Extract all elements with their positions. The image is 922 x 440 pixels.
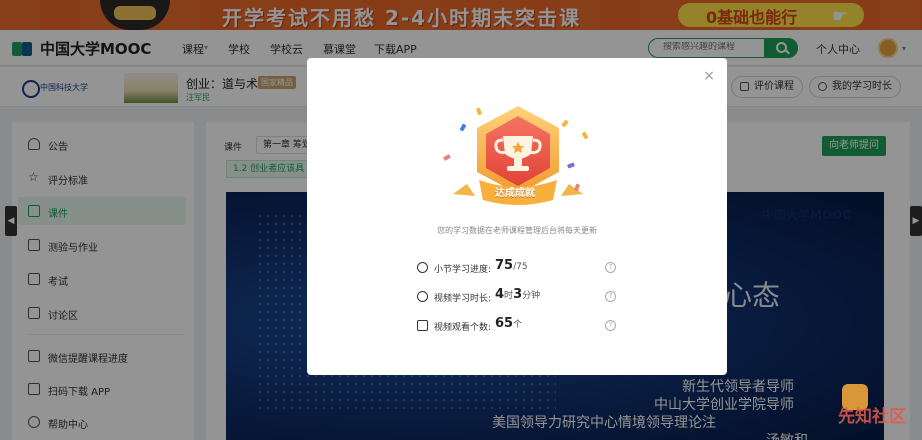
stat-video-duration: 视频学习时长: 4时3分钟 ? xyxy=(417,287,617,307)
stat-label: 视频观看个数: xyxy=(434,323,492,333)
clock-icon xyxy=(417,291,428,302)
help-icon[interactable]: ? xyxy=(605,320,616,331)
progress-icon xyxy=(417,262,428,273)
stat-label: 视频学习时长: xyxy=(434,294,492,304)
help-icon[interactable]: ? xyxy=(605,262,616,273)
stat-value: 75/75 xyxy=(495,258,528,273)
achievement-modal: × 达成成就 您的学习数据在老师课程管理后台将每天更新 小节学习进度: 75/7… xyxy=(307,58,727,375)
help-icon[interactable]: ? xyxy=(605,291,616,302)
stat-label: 小节学习进度: xyxy=(434,265,492,275)
badge-label: 达成成就 xyxy=(495,188,535,199)
stat-value: 4时3分钟 xyxy=(495,287,541,302)
stat-section-progress: 小节学习进度: 75/75 ? xyxy=(417,258,617,278)
close-icon[interactable]: × xyxy=(703,68,715,84)
stat-videos-watched: 视频观看个数: 65个 ? xyxy=(417,316,617,336)
data-update-note: 您的学习数据在老师课程管理后台将每天更新 xyxy=(437,226,597,235)
trophy-badge-icon: 达成成就 xyxy=(449,98,587,218)
community-watermark: 先知社区 xyxy=(838,382,922,440)
stat-value: 65个 xyxy=(495,316,523,331)
watermark-text: 先知社区 xyxy=(838,407,906,427)
video-icon xyxy=(417,320,428,331)
